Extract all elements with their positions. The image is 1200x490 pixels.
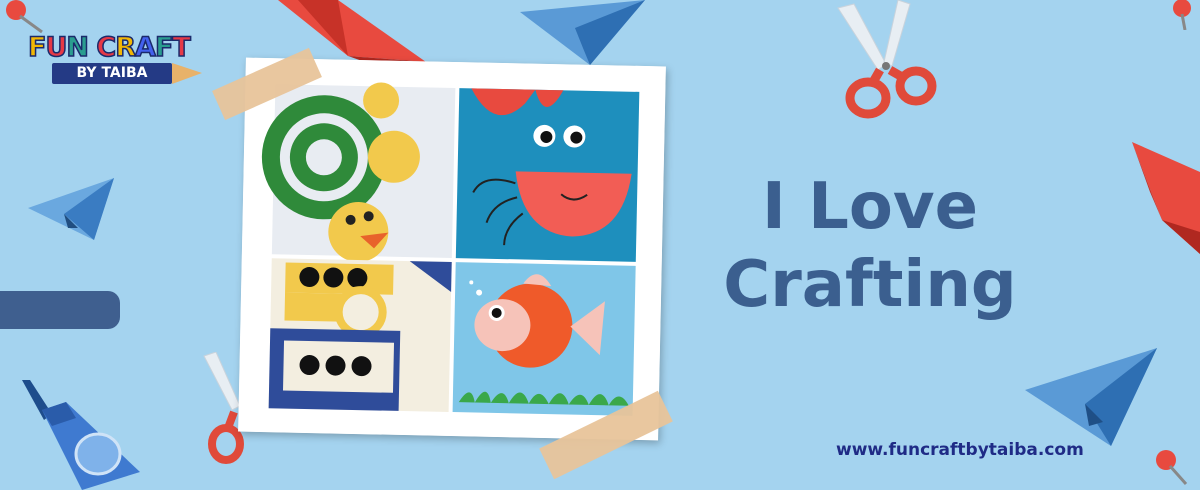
side-accent-bar — [0, 291, 120, 329]
pencil-tip-icon — [172, 63, 202, 84]
website-url[interactable]: www.funcraftbytaiba.com — [836, 440, 1156, 460]
craft-photo-collage — [238, 57, 666, 441]
paper-plane-icon — [28, 178, 114, 240]
paper-plane-icon — [1025, 348, 1157, 446]
push-pin-icon — [6, 0, 43, 34]
logo-letter: N — [66, 31, 90, 64]
logo-letter: A — [134, 31, 156, 64]
glue-bottle-icon — [22, 380, 140, 490]
logo-letter: R — [114, 31, 136, 64]
collage-image — [238, 57, 666, 441]
brand-logo: FUN CRAFT — [27, 31, 192, 64]
logo-tagline: BY TAIBA — [52, 63, 172, 84]
headline-line-2: Crafting — [723, 248, 1017, 322]
scissors-icon — [837, 0, 937, 119]
logo-letter: F — [154, 31, 174, 64]
headline: I Love Crafting — [640, 168, 1100, 324]
craft-banner: FUN CRAFT BY TAIBA I Love Crafting www.f… — [0, 0, 1200, 490]
headline-line-1: I Love — [762, 170, 978, 244]
logo-letter: U — [45, 31, 68, 64]
push-pin-icon — [1156, 450, 1188, 485]
push-pin-icon — [1173, 0, 1191, 30]
logo-letter: F — [27, 31, 47, 64]
origami-boat-icon — [1132, 142, 1200, 254]
paper-plane-icon — [520, 0, 645, 65]
logo-letter: C — [96, 31, 117, 64]
logo-letter: T — [172, 31, 192, 64]
